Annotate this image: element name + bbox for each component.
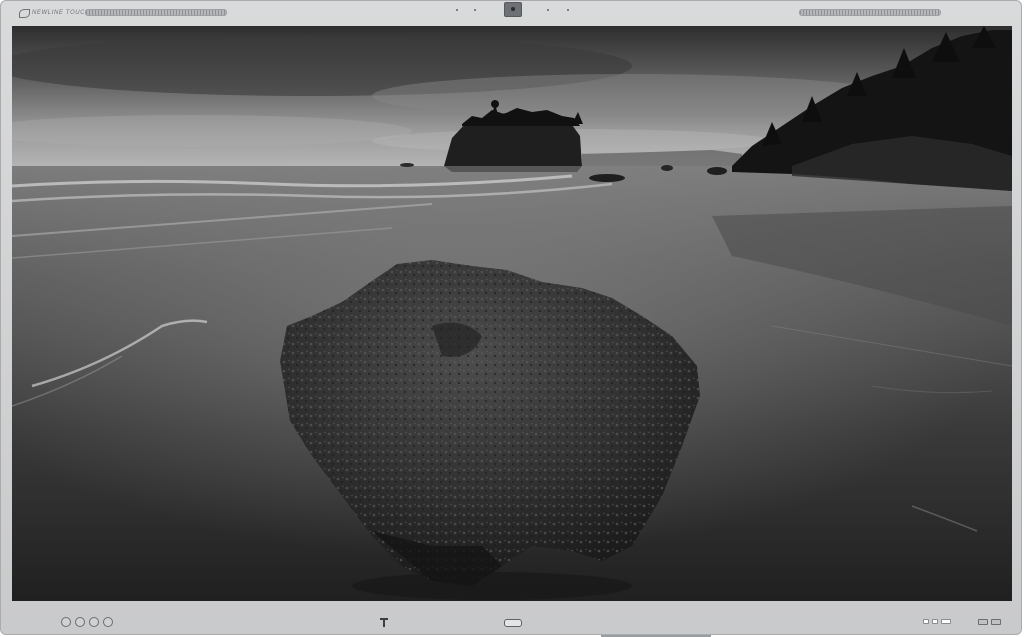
speaker-grille-right bbox=[799, 9, 941, 16]
top-bezel: NEWLINE TOUCH bbox=[1, 1, 1021, 25]
front-ports bbox=[978, 619, 1001, 625]
status-led bbox=[941, 619, 951, 624]
power-button[interactable] bbox=[61, 617, 71, 627]
sensor-dot bbox=[474, 9, 476, 11]
sensor-dot bbox=[547, 9, 549, 11]
usb-port bbox=[991, 619, 1001, 625]
home-button-icon[interactable] bbox=[504, 619, 522, 627]
display-screen[interactable] bbox=[12, 26, 1012, 601]
brand-text: NEWLINE TOUCH bbox=[32, 10, 91, 16]
status-led bbox=[932, 619, 938, 624]
seascape-photo bbox=[12, 26, 1012, 601]
brand-logo-icon bbox=[19, 8, 30, 18]
volume-up-button[interactable] bbox=[103, 617, 113, 627]
hardware-button-group bbox=[61, 617, 113, 627]
source-button[interactable] bbox=[75, 617, 85, 627]
interactive-display-panel: NEWLINE TOUCH bbox=[0, 0, 1022, 637]
usb-port bbox=[978, 619, 988, 625]
speaker-grille-left bbox=[85, 9, 227, 16]
bottom-bezel bbox=[1, 604, 1021, 637]
brand-t-logo-icon bbox=[380, 618, 389, 628]
volume-down-button[interactable] bbox=[89, 617, 99, 627]
webcam-icon bbox=[504, 2, 522, 17]
brand-logo: NEWLINE TOUCH bbox=[19, 7, 90, 19]
status-indicators bbox=[923, 619, 951, 624]
sensor-dot bbox=[456, 9, 458, 11]
status-led bbox=[923, 619, 929, 624]
sensor-dot bbox=[567, 9, 569, 11]
